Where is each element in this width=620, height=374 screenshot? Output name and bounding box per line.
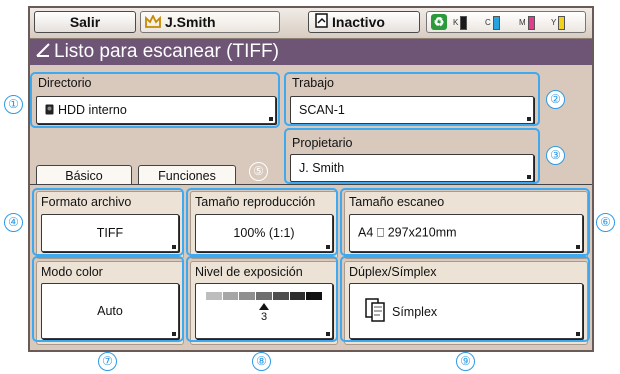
repro-size-tile: Tamaño reproducción 100% (1:1) — [190, 191, 338, 259]
scan-icon — [36, 39, 50, 65]
scan-size-label: Tamaño escaneo — [349, 195, 445, 209]
owner-label: Propietario — [292, 136, 353, 150]
tab-functions[interactable]: Funciones — [138, 165, 236, 185]
file-format-value: TIFF — [96, 226, 124, 240]
ink-levels[interactable]: ♻ K C M Y — [426, 11, 586, 33]
callout-5: ⑤ — [249, 162, 268, 181]
scan-size-button[interactable]: A4 ⎕ 297x210mm — [349, 214, 583, 252]
status-button[interactable]: Inactivo — [308, 11, 420, 33]
hdd-icon — [45, 103, 58, 117]
ink-c: C — [485, 15, 500, 30]
repro-size-label: Tamaño reproducción — [195, 195, 316, 209]
callout-9: ⑨ — [456, 352, 475, 371]
exposure-level: 3 — [260, 311, 268, 323]
directory-button[interactable]: HDD interno — [36, 96, 276, 124]
scanner-panel: Salir J.Smith Inactivo ♻ K C M Y Listo p… — [28, 6, 594, 352]
screen-title-bar: Listo para escanear (TIFF) — [30, 39, 592, 65]
page-title: Listo para escanear (TIFF) — [54, 41, 279, 63]
crown-icon — [145, 13, 161, 33]
repro-size-value: 100% (1:1) — [233, 226, 295, 240]
owner-value: J. Smith — [299, 161, 345, 175]
status-label: Inactivo — [332, 14, 385, 30]
duplex-button[interactable]: Símplex — [349, 283, 583, 339]
user-name: J.Smith — [165, 14, 216, 30]
exit-button[interactable]: Salir — [34, 11, 136, 33]
exposure-button[interactable]: 3 — [195, 283, 333, 339]
ink-bar-k — [460, 15, 468, 30]
callout-4: ④ — [4, 213, 23, 232]
callout-3: ③ — [546, 146, 565, 165]
repro-size-button[interactable]: 100% (1:1) — [195, 214, 333, 252]
file-format-button[interactable]: TIFF — [41, 214, 179, 252]
job-label: Trabajo — [292, 76, 334, 90]
exposure-tile: Nivel de exposición 3 — [190, 261, 338, 345]
ink-bar-y — [558, 15, 566, 30]
callout-2: ② — [546, 90, 565, 109]
ink-m: M — [519, 15, 535, 30]
callout-8: ⑧ — [252, 352, 271, 371]
file-format-tile: Formato archivo TIFF — [36, 191, 184, 259]
directory-value: HDD interno — [58, 103, 127, 117]
color-mode-button[interactable]: Auto — [41, 283, 179, 339]
scan-size-tile: Tamaño escaneo A4 ⎕ 297x210mm — [344, 191, 588, 259]
simplex-icon — [364, 298, 392, 322]
exposure-marker-icon — [259, 303, 269, 310]
user-indicator[interactable]: J.Smith — [140, 11, 280, 33]
exposure-cells — [206, 292, 323, 300]
tab-basic[interactable]: Básico — [36, 165, 132, 185]
ink-bar-c — [492, 15, 500, 30]
exposure-scale: 3 — [206, 292, 323, 323]
color-mode-label: Modo color — [41, 265, 103, 279]
ink-y: Y — [551, 15, 566, 30]
owner-button[interactable]: J. Smith — [290, 154, 534, 182]
job-value: SCAN-1 — [299, 103, 345, 117]
callout-6: ⑥ — [596, 213, 615, 232]
file-format-label: Formato archivo — [41, 195, 132, 209]
ink-bar-m — [527, 15, 535, 30]
directory-field: Directorio HDD interno — [34, 76, 280, 132]
duplex-value: Símplex — [392, 305, 438, 319]
directory-label: Directorio — [38, 76, 92, 90]
color-mode-value: Auto — [97, 304, 123, 318]
recycle-icon: ♻ — [431, 14, 447, 30]
callout-1: ① — [4, 95, 23, 114]
exposure-label: Nivel de exposición — [195, 265, 303, 279]
owner-field: Propietario J. Smith — [288, 134, 538, 190]
ink-k: K — [453, 15, 468, 30]
status-bar: Salir J.Smith Inactivo ♻ K C M Y — [30, 8, 592, 39]
duplex-label: Dúplex/Símplex — [349, 265, 437, 279]
job-field: Trabajo SCAN-1 — [288, 76, 538, 132]
document-icon — [315, 13, 329, 33]
callout-7: ⑦ — [98, 352, 117, 371]
scan-size-value: A4 ⎕ 297x210mm — [358, 225, 457, 240]
job-button[interactable]: SCAN-1 — [290, 96, 534, 124]
tab-divider — [30, 184, 592, 185]
duplex-tile: Dúplex/Símplex Símplex — [344, 261, 588, 345]
color-mode-tile: Modo color Auto — [36, 261, 184, 345]
